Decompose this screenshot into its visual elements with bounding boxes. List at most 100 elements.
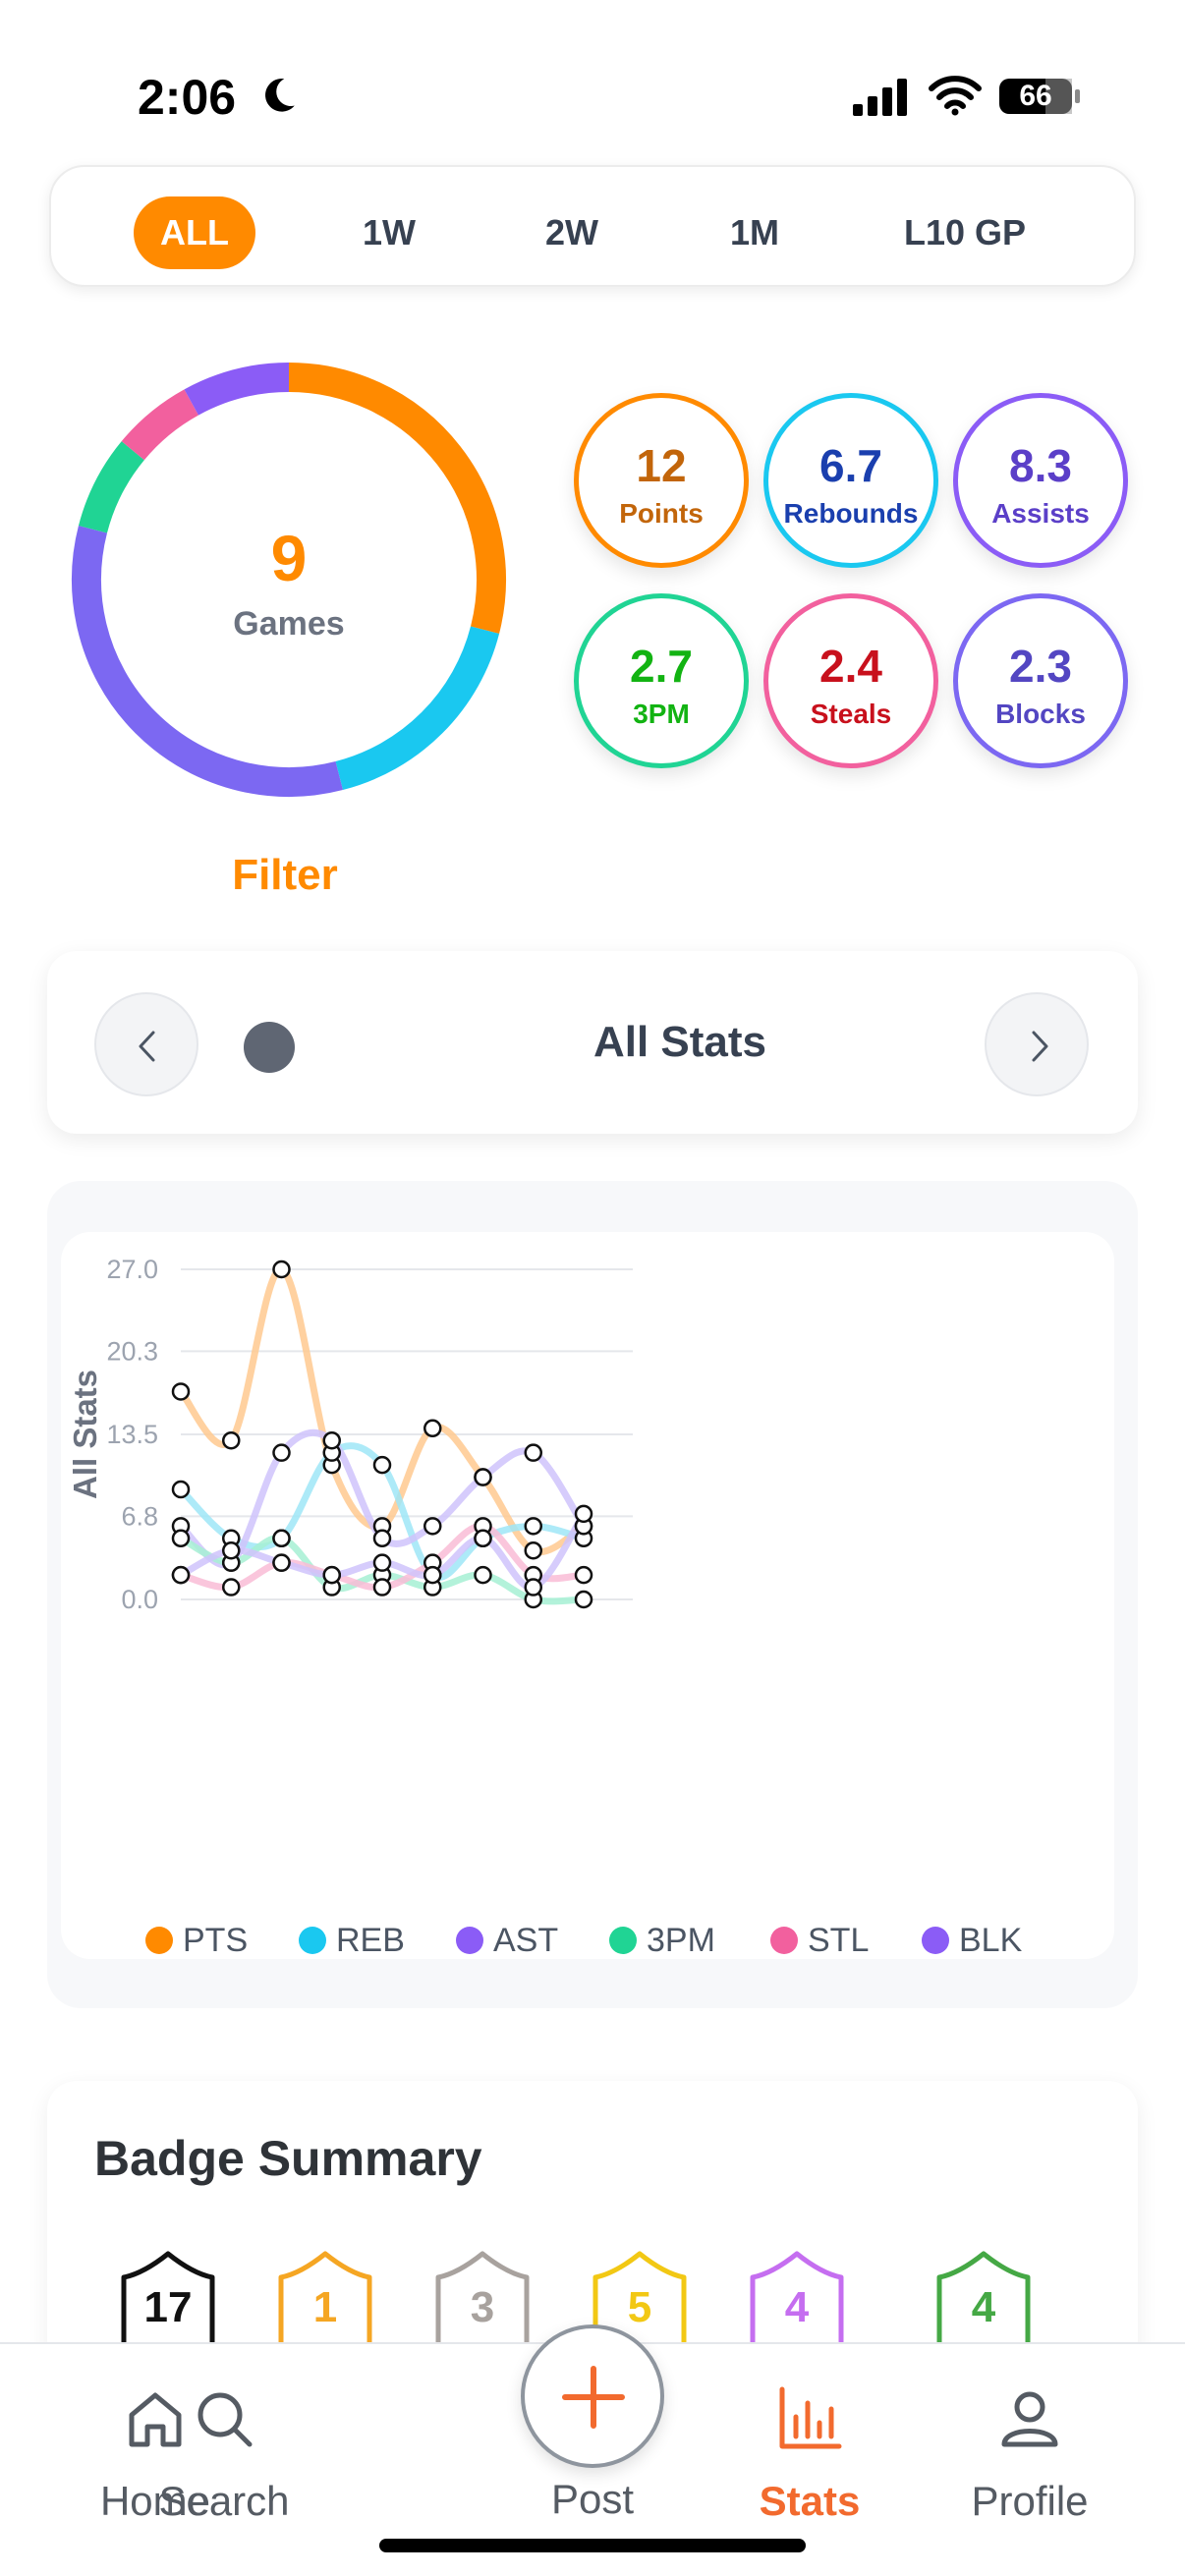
tab-stats[interactable]: Stats (711, 2383, 908, 2560)
data-point-pts[interactable] (171, 1382, 191, 1401)
data-point-blk[interactable] (171, 1565, 191, 1585)
search-icon (198, 2392, 253, 2447)
legend-swatch (770, 1927, 798, 1954)
plus-icon (562, 2366, 625, 2429)
data-point-stl[interactable] (222, 1578, 241, 1596)
points-value: 12 (636, 440, 687, 491)
assists-stat-circle[interactable]: 8.3 Assists (953, 393, 1128, 568)
data-point-blk[interactable] (524, 1578, 542, 1596)
legend-item-3pm[interactable]: 3PM (609, 1916, 715, 1965)
data-point-ast[interactable] (524, 1443, 542, 1462)
tab-stats-label: Stats (759, 2478, 861, 2524)
status-bar: 2:06 66 (0, 0, 1185, 187)
legend-swatch (922, 1927, 949, 1954)
chart-legend: PTS REB AST 3PM STL BLK (145, 1916, 1049, 1965)
all-stats-line-chart[interactable]: 27.0 20.3 13.5 6.8 0.0 All Stats (61, 1232, 1114, 1959)
data-point-pts[interactable] (222, 1430, 241, 1450)
steals-stat-circle[interactable]: 2.4 Steals (763, 593, 938, 768)
range-option-l10gp[interactable]: L10 GP (876, 196, 1053, 269)
tab-profile-label: Profile (971, 2478, 1089, 2524)
home-indicator (379, 2539, 806, 2552)
legend-swatch (609, 1927, 637, 1954)
chevron-right-icon (1032, 1031, 1048, 1062)
data-point-blk[interactable] (222, 1540, 241, 1560)
data-point-3pm[interactable] (272, 1529, 291, 1548)
bar-chart-icon (779, 2386, 842, 2449)
cellular-signal-icon (853, 79, 907, 116)
3pm-label: 3PM (633, 699, 690, 729)
legend-item-reb[interactable]: REB (299, 1916, 405, 1965)
post-button[interactable] (521, 2324, 664, 2468)
status-time: 2:06 (138, 70, 237, 125)
data-point-ast[interactable] (372, 1529, 392, 1548)
chevron-left-icon (139, 1031, 155, 1062)
range-option-1w[interactable]: 1W (328, 196, 450, 269)
legend-item-blk[interactable]: BLK (922, 1916, 1022, 1965)
data-point-ast[interactable] (474, 1468, 492, 1486)
data-point-3pm[interactable] (474, 1565, 492, 1585)
profile-icon (1001, 2391, 1058, 2447)
tab-profile[interactable]: Profile (931, 2383, 1128, 2560)
y-tick-label: 20.3 (106, 1336, 158, 1366)
donut-segment-3pm (78, 441, 145, 533)
legend-label: STL (808, 1921, 870, 1959)
range-option-1m[interactable]: 1M (694, 196, 816, 269)
data-point-pts[interactable] (524, 1540, 542, 1560)
data-point-blk[interactable] (372, 1553, 392, 1572)
data-point-pts[interactable] (272, 1260, 291, 1279)
data-point-pts[interactable] (423, 1419, 442, 1438)
moon-icon (265, 79, 295, 112)
legend-item-stl[interactable]: STL (770, 1916, 869, 1965)
steals-label: Steals (810, 699, 892, 729)
stat-color-dot (244, 1022, 295, 1073)
data-point-reb[interactable] (372, 1455, 392, 1475)
data-point-blk[interactable] (423, 1565, 442, 1585)
series-line-pts (177, 1265, 588, 1556)
rebounds-stat-circle[interactable]: 6.7 Rebounds (763, 393, 938, 568)
data-point-blk[interactable] (272, 1553, 291, 1572)
data-point-reb[interactable] (171, 1480, 191, 1499)
data-point-blk[interactable] (474, 1529, 492, 1548)
points-stat-circle[interactable]: 12 Points (574, 393, 749, 568)
data-point-reb[interactable] (524, 1517, 542, 1536)
steals-value: 2.4 (819, 641, 882, 692)
3pm-stat-circle[interactable]: 2.7 3PM (574, 593, 749, 768)
legend-swatch (299, 1927, 326, 1954)
legend-label: REB (336, 1921, 405, 1959)
data-point-stl[interactable] (574, 1565, 593, 1585)
data-point-ast[interactable] (322, 1430, 341, 1450)
y-tick-label: 27.0 (106, 1255, 158, 1284)
range-option-2w[interactable]: 2W (511, 196, 633, 269)
blocks-value: 2.3 (1009, 641, 1072, 692)
range-option-all[interactable]: ALL (134, 196, 255, 269)
previous-stat-button[interactable] (94, 992, 198, 1096)
filter-button[interactable]: Filter (167, 851, 403, 900)
blocks-stat-circle[interactable]: 2.3 Blocks (953, 593, 1128, 768)
legend-item-ast[interactable]: AST (456, 1916, 558, 1965)
legend-item-pts[interactable]: PTS (145, 1916, 248, 1965)
data-point-stl[interactable] (372, 1578, 392, 1596)
legend-label: BLK (959, 1921, 1023, 1959)
legend-swatch (456, 1927, 483, 1954)
data-point-3pm[interactable] (171, 1529, 191, 1548)
rebounds-value: 6.7 (819, 440, 882, 491)
badge-summary-title: Badge Summary (94, 2131, 482, 2186)
data-point-blk[interactable] (574, 1504, 593, 1524)
assists-value: 8.3 (1009, 440, 1072, 491)
tab-search[interactable]: Search (126, 2383, 322, 2560)
games-count: 9 (270, 522, 308, 594)
legend-label: AST (493, 1921, 559, 1959)
data-point-ast[interactable] (423, 1517, 442, 1536)
range-filter-segment: ALL 1W 2W 1M L10 GP (49, 165, 1136, 287)
badge-count: 1 (312, 2283, 338, 2331)
data-point-3pm[interactable] (574, 1590, 593, 1609)
points-label: Points (619, 498, 704, 529)
data-point-ast[interactable] (272, 1443, 291, 1462)
donut-segment-reb (335, 626, 500, 791)
y-tick-label: 6.8 (121, 1501, 158, 1531)
rebounds-label: Rebounds (783, 498, 919, 529)
badge-count: 4 (784, 2283, 810, 2331)
next-stat-button[interactable] (985, 992, 1089, 1096)
data-point-blk[interactable] (322, 1565, 341, 1585)
assists-label: Assists (991, 498, 1090, 529)
